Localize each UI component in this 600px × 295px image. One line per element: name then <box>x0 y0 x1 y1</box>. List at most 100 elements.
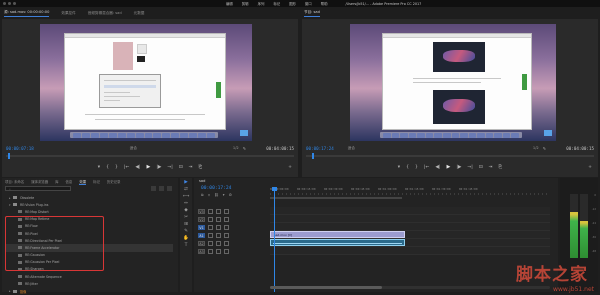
tab-effect-controls[interactable]: 效果控件 <box>61 11 75 16</box>
tool-icon[interactable]: ⇄ <box>184 187 188 192</box>
transport-button-icon[interactable]: |← <box>424 165 429 170</box>
source-playhead[interactable] <box>8 153 10 159</box>
project-tab[interactable]: 项目: 未命名 <box>5 179 24 185</box>
source-fit-dropdown[interactable]: 适合 <box>130 146 137 151</box>
transport-button-icon[interactable]: { <box>106 165 109 170</box>
tool-icon[interactable]: ⊞ <box>184 222 188 227</box>
menu-item[interactable]: 编辑 <box>226 1 233 6</box>
transport-button-icon[interactable]: →| <box>167 165 172 170</box>
mute-icon[interactable] <box>224 232 229 238</box>
wrench-icon[interactable]: ✎ <box>243 146 246 151</box>
effect-item[interactable]: RE:Jitter <box>5 280 173 287</box>
track-target-toggle[interactable]: A3 <box>198 248 205 254</box>
close-window-icon[interactable] <box>3 2 6 5</box>
transport-button-icon[interactable]: →| <box>467 165 472 170</box>
timeline-playhead[interactable] <box>272 187 277 292</box>
tab-source-monitor[interactable]: 源: sad.mov: 00:00:00:00 <box>4 10 49 17</box>
transport-button-icon[interactable]: } <box>415 165 418 170</box>
source-timecode[interactable]: 00:00:07:18 <box>6 146 34 151</box>
tool-icon[interactable]: ▶ <box>184 180 188 185</box>
tool-icon[interactable]: ◆ <box>184 208 188 213</box>
tool-icon[interactable]: ✎ <box>184 229 188 234</box>
project-tab[interactable]: 信息 <box>66 179 73 185</box>
tab-audio-mixer[interactable]: 音频剪辑混合器: sad <box>88 11 122 16</box>
menu-item[interactable]: 图形 <box>289 1 296 6</box>
track-target-toggle[interactable]: V1 <box>198 224 205 230</box>
transport-button-icon[interactable]: |▶ <box>156 165 161 170</box>
program-playhead[interactable] <box>312 153 314 159</box>
track-target-toggle[interactable]: V3 <box>198 208 205 214</box>
tool-icon[interactable]: ✂ <box>184 215 188 220</box>
track-lane[interactable] <box>270 215 550 223</box>
lock-icon[interactable] <box>208 216 213 222</box>
transport-button-icon[interactable]: ◀| <box>435 165 440 170</box>
transport-button-icon[interactable]: ⎗ <box>199 164 203 170</box>
accelerated-effects-icon[interactable] <box>151 186 156 191</box>
lock-icon[interactable] <box>208 240 213 246</box>
tab-metadata[interactable]: 元数据 <box>134 11 145 16</box>
transport-button-icon[interactable]: ⇥ <box>489 165 493 170</box>
sync-lock-icon[interactable] <box>216 232 221 238</box>
timeline-ruler[interactable]: 00:00:00:00 00:00:15:00 00:00:30:00 00:00:4… <box>270 187 550 195</box>
track-target-toggle[interactable]: V2 <box>198 216 205 222</box>
menu-item[interactable]: 剪辑 <box>242 1 249 6</box>
effect-folder[interactable]: ▸ Obsolete <box>5 194 173 201</box>
track-lane[interactable] <box>270 247 550 255</box>
project-tab[interactable]: 媒体浏览器 <box>31 179 48 185</box>
project-tab[interactable]: 标记 <box>93 179 100 185</box>
menu-item[interactable]: 序列 <box>258 1 265 6</box>
track-lane[interactable] <box>270 207 550 215</box>
tool-icon[interactable]: T <box>185 243 188 248</box>
program-fit-dropdown[interactable]: 适合 <box>348 146 355 151</box>
eye-icon[interactable] <box>224 216 229 222</box>
add-marker-icon[interactable]: ▾ <box>223 193 225 197</box>
sync-lock-icon[interactable] <box>216 216 221 222</box>
eye-icon[interactable] <box>224 224 229 230</box>
audio-clip[interactable] <box>270 239 405 246</box>
transport-button-icon[interactable]: ▾ <box>398 165 400 170</box>
window-controls[interactable] <box>3 2 16 5</box>
transport-button-icon[interactable]: ⎘ <box>499 164 503 170</box>
timeline-timecode[interactable]: 00:00:17:24 <box>201 186 231 191</box>
menu-item[interactable]: 帮助 <box>321 1 328 6</box>
minimize-window-icon[interactable] <box>8 2 11 5</box>
transport-button-icon[interactable]: ▶ <box>446 164 450 170</box>
tool-icon[interactable]: ↔ <box>184 201 188 206</box>
eye-icon[interactable] <box>224 208 229 214</box>
work-area-bar[interactable] <box>270 197 402 199</box>
sync-lock-icon[interactable] <box>216 224 221 230</box>
tab-program-monitor[interactable]: 节目: sad <box>304 10 320 17</box>
timeline-sequence-tab[interactable]: sad <box>199 179 205 183</box>
program-scrubber[interactable] <box>306 153 594 159</box>
program-resolution-dropdown[interactable]: 1/2 <box>533 146 539 150</box>
transport-button-icon[interactable]: { <box>406 165 409 170</box>
timeline-zoom-scrollbar[interactable] <box>270 286 550 289</box>
track-lane[interactable] <box>270 223 550 231</box>
snap-icon[interactable]: ∩ <box>208 193 211 197</box>
transport-button-icon[interactable]: |▶ <box>456 165 461 170</box>
video-clip[interactable]: sad.mov [V] <box>270 231 405 238</box>
mute-icon[interactable] <box>224 248 229 254</box>
transport-button-icon[interactable]: ⇥ <box>189 165 193 170</box>
effect-folder[interactable]: ▸ 抠像 <box>5 287 173 294</box>
effect-item[interactable]: RE:Alternate Sequence <box>5 273 173 280</box>
effects-search-input[interactable]: ⌕ <box>5 186 71 191</box>
menu-item[interactable]: 标记 <box>273 1 280 6</box>
program-timecode[interactable]: 00:00:17:24 <box>306 146 334 151</box>
yuv-effects-icon[interactable] <box>167 186 172 191</box>
32bit-effects-icon[interactable] <box>159 186 164 191</box>
linked-selection-icon[interactable]: ⛓ <box>214 193 219 197</box>
tool-icon[interactable]: ✋ <box>183 236 189 241</box>
track-target-toggle[interactable]: A1 <box>198 232 205 238</box>
wrench-icon[interactable]: ✎ <box>543 146 546 151</box>
project-tab[interactable]: 效果 <box>79 179 87 185</box>
lock-icon[interactable] <box>208 208 213 214</box>
mute-icon[interactable] <box>224 240 229 246</box>
zoom-window-icon[interactable] <box>13 2 16 5</box>
track-target-toggle[interactable]: A2 <box>198 240 205 246</box>
transport-button-icon[interactable]: ⊡ <box>179 165 183 170</box>
transport-button-icon[interactable]: ⊡ <box>479 165 483 170</box>
sync-lock-icon[interactable] <box>216 208 221 214</box>
sync-lock-icon[interactable] <box>216 248 221 254</box>
effect-folder[interactable]: ▾ RE:Vision Plug-ins <box>5 201 173 208</box>
